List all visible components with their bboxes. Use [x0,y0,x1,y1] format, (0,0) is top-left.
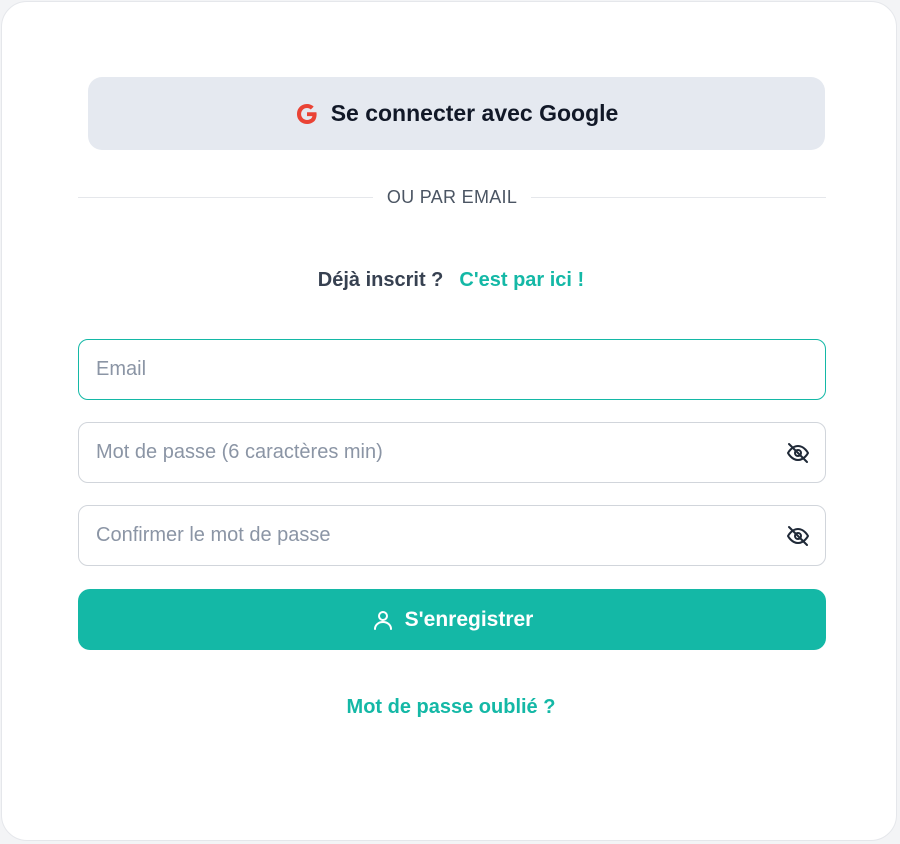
divider-label: OU PAR EMAIL [386,186,518,207]
eye-slash-icon[interactable] [785,523,811,549]
google-icon [295,102,319,126]
password-input[interactable] [79,423,785,482]
user-icon [371,608,395,632]
divider-line-left [78,196,373,198]
password-field-container [78,422,826,483]
email-input[interactable] [79,340,825,399]
login-prompt-question: Déjà inscrit ? [317,268,444,291]
divider-line-right [531,196,827,198]
email-field-container [78,339,826,400]
register-button[interactable]: S'enregistrer [78,589,826,650]
login-prompt: Déjà inscrit ? C'est par ici ! [2,265,900,295]
confirm-password-input[interactable] [79,506,785,565]
email-divider: OU PAR EMAIL [78,184,827,210]
login-link[interactable]: C'est par ici ! [459,269,584,292]
forgot-password-link[interactable]: Mot de passe oublié ? [2,696,900,719]
google-signin-button[interactable]: Se connecter avec Google [88,77,825,150]
register-button-label: S'enregistrer [404,607,534,631]
signup-card: Se connecter avec Google OU PAR EMAIL Dé… [1,1,897,841]
confirm-password-field-container [78,505,826,566]
google-signin-label: Se connecter avec Google [330,100,619,126]
eye-slash-icon[interactable] [785,440,811,466]
